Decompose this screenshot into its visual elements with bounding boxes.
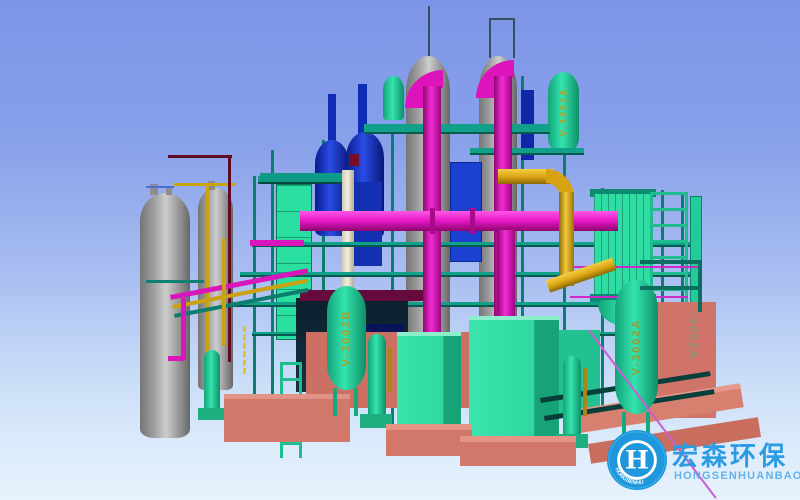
company-logo: H HONGSENHUANBAO <box>606 429 668 491</box>
yellow-riser-left <box>222 238 226 346</box>
magenta-pipe-foot <box>168 356 184 361</box>
plinth-b <box>460 436 576 466</box>
green-tank-box-a <box>397 332 461 434</box>
vessel-v3002b: V-3002B <box>327 286 366 390</box>
foundation-left <box>224 394 350 442</box>
teal-pipe-riser <box>698 260 702 312</box>
blue-tubing <box>146 186 174 188</box>
magenta-branch-pipe <box>250 240 304 246</box>
vessel-v3001a-label: V-3001A <box>559 87 569 136</box>
vessel-neck <box>328 94 336 144</box>
brass-piping <box>583 368 587 416</box>
platform-upper <box>364 124 550 134</box>
vent-line <box>428 6 430 58</box>
magenta-down-pipe <box>181 298 186 360</box>
platform-mid <box>470 148 584 155</box>
vent-loop <box>489 18 515 58</box>
maroon-pipe-horizontal <box>168 155 232 158</box>
vessel-leg <box>333 388 337 416</box>
pump-base <box>198 408 226 420</box>
valve-dark-red <box>349 154 359 166</box>
maroon-pipe-vertical <box>228 156 231 362</box>
pump-column-right <box>563 356 581 438</box>
logo-monogram: H <box>625 445 649 475</box>
pump-column-left <box>204 350 220 412</box>
pipe-flange <box>430 208 435 234</box>
vessel-v3002a-label: V-3002A <box>631 319 643 376</box>
vessel-leg <box>354 388 358 416</box>
brass-piping <box>388 348 392 392</box>
floating-tag-label: -3002A <box>687 312 699 360</box>
teal-pipe-small <box>146 280 204 283</box>
plate-bank-cap <box>260 173 352 184</box>
green-drum-top <box>383 76 404 120</box>
purple-duct <box>300 290 436 301</box>
green-tank-box-b <box>469 316 559 442</box>
company-name-en: HONGSENHUANBAO <box>674 470 800 482</box>
vessel-v3002b-label: V-3002B <box>341 310 353 367</box>
vessel-v3001a: V-3001A <box>548 72 579 152</box>
pipe-flange <box>470 208 475 234</box>
yellow-pipe-tank-top <box>174 183 236 186</box>
plant-3d-render: V-3001A <box>0 0 800 500</box>
teal-pipe-extension <box>640 260 700 264</box>
company-name-cn: 宏森环保 <box>672 436 788 473</box>
pump-column-center <box>368 334 386 418</box>
teal-pipe-extension <box>640 286 698 290</box>
yellow-pipe-vertical <box>206 184 209 366</box>
yellow-chain <box>243 326 246 374</box>
